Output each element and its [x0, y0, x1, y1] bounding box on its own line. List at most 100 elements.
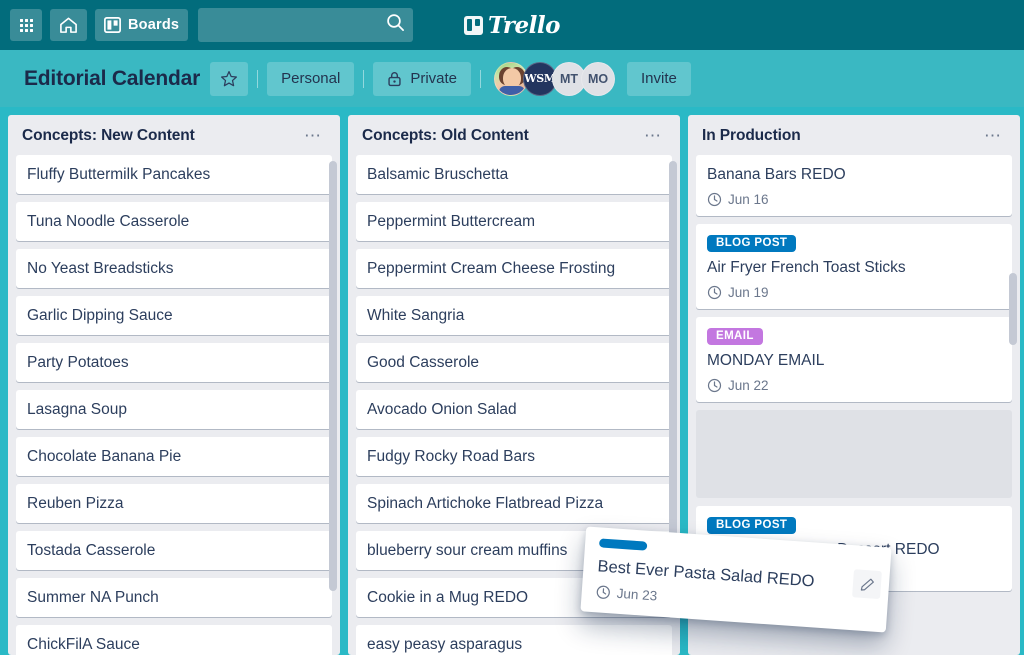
card-drop-placeholder — [696, 410, 1012, 498]
list-menu-icon[interactable]: ⋯ — [978, 127, 1008, 144]
boards-icon — [104, 17, 121, 33]
trello-logo-text: Trello — [487, 11, 561, 39]
card-title: Avocado Onion Salad — [367, 401, 517, 418]
pencil-edit-icon — [860, 578, 874, 591]
card-due-text: Jun 19 — [728, 285, 769, 300]
board-card[interactable]: Tostada Casserole — [16, 531, 332, 570]
trello-logo-icon — [463, 15, 483, 35]
list-title[interactable]: In Production — [702, 127, 801, 145]
board-card[interactable]: Garlic Dipping Sauce — [16, 296, 332, 335]
home-button[interactable] — [50, 9, 87, 41]
star-board-button[interactable] — [210, 61, 249, 96]
board-card[interactable]: Fluffy Buttermilk Pancakes — [16, 155, 332, 194]
card-title: White Sangria — [367, 307, 465, 324]
dragged-card-due-text: Jun 23 — [616, 585, 658, 604]
clock-icon — [707, 285, 722, 300]
card-title: Air Fryer French Toast Sticks — [707, 259, 906, 276]
apps-grid-button[interactable] — [10, 9, 42, 41]
board-card[interactable]: Spinach Artichoke Flatbread Pizza — [356, 484, 672, 523]
boards-button-label: Boards — [128, 17, 180, 33]
card-label[interactable]: EMAIL — [707, 327, 763, 345]
card-title: Tostada Casserole — [27, 542, 156, 559]
card-title: Peppermint Buttercream — [367, 213, 535, 230]
card-label[interactable]: BLOG POST — [707, 516, 797, 534]
board-title: Editorial Calendar — [24, 66, 201, 90]
card-label-blue — [598, 538, 648, 551]
trello-logo[interactable]: Trello — [463, 11, 561, 39]
board-card[interactable]: Peppermint Buttercream — [356, 202, 672, 241]
card-due-text: Jun 16 — [728, 192, 769, 207]
card-due-text: Jun 22 — [728, 378, 769, 393]
board-members: WSM MT MO — [494, 61, 616, 96]
list-scrollbar[interactable] — [1009, 273, 1017, 345]
list-scrollbar[interactable] — [329, 161, 337, 591]
card-title: MONDAY EMAIL — [707, 352, 825, 369]
board-canvas: Concepts: New Content ⋯ Fluffy Buttermilk… — [0, 107, 1024, 655]
header-divider — [480, 69, 482, 88]
member-avatar-mo[interactable]: MO — [581, 61, 616, 96]
board-card[interactable]: Good Casserole — [356, 343, 672, 382]
list-scrollbar[interactable] — [669, 161, 677, 591]
board-header: Editorial Calendar Personal Private WSM … — [0, 50, 1024, 107]
card-title: Chocolate Banana Pie — [27, 448, 182, 465]
home-icon — [60, 17, 77, 33]
board-card[interactable]: Lasagna Soup — [16, 390, 332, 429]
card-title: Lasagna Soup — [27, 401, 127, 418]
clock-icon — [596, 585, 610, 599]
list-title[interactable]: Concepts: New Content — [22, 127, 195, 145]
card-title: No Yeast Breadsticks — [27, 260, 174, 277]
card-due-date[interactable]: Jun 22 — [707, 378, 1002, 393]
card-title: Reuben Pizza — [27, 495, 124, 512]
search-box[interactable] — [198, 8, 414, 42]
board-card[interactable]: Fudgy Rocky Road Bars — [356, 437, 672, 476]
board-card[interactable]: BLOG POST Air Fryer French Toast Sticks J… — [696, 224, 1012, 309]
board-card[interactable]: Party Potatoes — [16, 343, 332, 382]
edit-card-button[interactable] — [852, 569, 882, 600]
card-title: Garlic Dipping Sauce — [27, 307, 173, 324]
board-card[interactable]: Chocolate Banana Pie — [16, 437, 332, 476]
boards-button[interactable]: Boards — [95, 9, 189, 41]
board-card[interactable]: Tuna Noodle Casserole — [16, 202, 332, 241]
board-card[interactable]: White Sangria — [356, 296, 672, 335]
visibility-label: Private — [410, 70, 458, 87]
board-card[interactable]: Peppermint Cream Cheese Frosting — [356, 249, 672, 288]
list-cards[interactable]: Fluffy Buttermilk Pancakes Tuna Noodle Ca… — [8, 155, 340, 655]
board-card[interactable]: ChickFilA Sauce — [16, 625, 332, 655]
visibility-button[interactable]: Private — [373, 61, 472, 96]
card-due-date[interactable]: Jun 19 — [707, 285, 1002, 300]
team-button[interactable]: Personal — [267, 61, 355, 96]
clock-icon — [707, 378, 722, 393]
board-card[interactable]: Avocado Onion Salad — [356, 390, 672, 429]
star-icon — [221, 70, 238, 86]
grid-apps-icon — [19, 18, 33, 32]
card-title: Tuna Noodle Casserole — [27, 213, 190, 230]
top-navigation-bar: Boards Trello — [0, 0, 1024, 50]
board-card[interactable]: Balsamic Bruschetta — [356, 155, 672, 194]
card-label[interactable]: BLOG POST — [707, 234, 797, 252]
clock-icon — [707, 192, 722, 207]
list-header: Concepts: Old Content ⋯ — [348, 115, 680, 155]
list-title[interactable]: Concepts: Old Content — [362, 127, 529, 145]
header-divider — [363, 69, 365, 88]
list-header: Concepts: New Content ⋯ — [8, 115, 340, 155]
list-menu-icon[interactable]: ⋯ — [638, 127, 668, 144]
invite-button-label: Invite — [641, 70, 677, 87]
card-title: Peppermint Cream Cheese Frosting — [367, 260, 616, 277]
card-title: Spinach Artichoke Flatbread Pizza — [367, 495, 604, 512]
board-card[interactable]: Reuben Pizza — [16, 484, 332, 523]
board-card[interactable]: EMAIL MONDAY EMAIL Jun 22 — [696, 317, 1012, 402]
board-card[interactable]: Banana Bars REDO Jun 16 — [696, 155, 1012, 216]
card-title: Balsamic Bruschetta — [367, 166, 509, 183]
board-card[interactable]: easy peasy asparagus — [356, 625, 672, 655]
card-due-date[interactable]: Jun 16 — [707, 192, 1002, 207]
card-title: Party Potatoes — [27, 354, 129, 371]
list-header: In Production ⋯ — [688, 115, 1020, 155]
board-card[interactable]: Summer NA Punch — [16, 578, 332, 617]
invite-button[interactable]: Invite — [627, 61, 691, 96]
card-title: Fudgy Rocky Road Bars — [367, 448, 535, 465]
board-card[interactable]: No Yeast Breadsticks — [16, 249, 332, 288]
list-menu-icon[interactable]: ⋯ — [298, 127, 328, 144]
search-input[interactable] — [198, 8, 414, 42]
card-title: easy peasy asparagus — [367, 636, 523, 653]
card-title: ChickFilA Sauce — [27, 636, 140, 653]
